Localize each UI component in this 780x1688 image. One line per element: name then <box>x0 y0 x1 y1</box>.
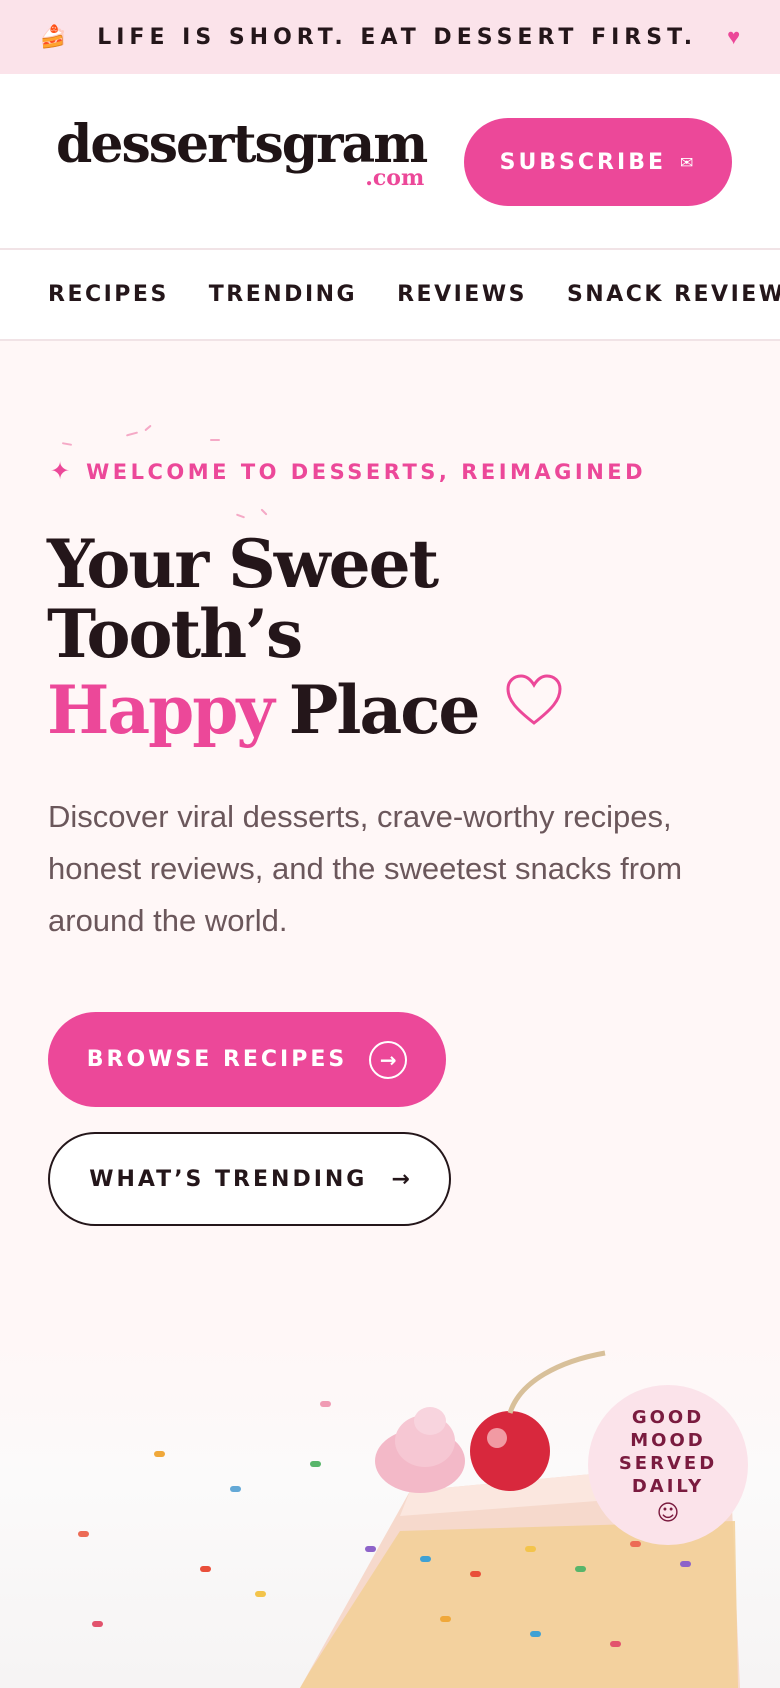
headline-line-3: Happy Place <box>47 671 667 749</box>
envelope-icon: ✉ <box>679 152 697 172</box>
headline-end: Place <box>288 671 481 749</box>
main-nav: RECIPES TRENDING REVIEWS SNACK REVIEWS <box>0 250 780 341</box>
confetti-decoration <box>210 439 220 441</box>
subscribe-label: SUBSCRIBE <box>499 149 666 175</box>
sprinkle-decoration <box>200 1566 211 1572</box>
sprinkle-decoration <box>470 1571 481 1577</box>
sprinkle-decoration <box>365 1546 376 1552</box>
whats-trending-label: WHAT’S TRENDING <box>89 1166 368 1192</box>
hero-description: Discover viral desserts, crave-worthy re… <box>48 799 683 938</box>
arrow-circle-icon: → <box>369 1040 408 1079</box>
headline-line-2: Tooth’s <box>47 595 303 673</box>
headline-highlight: Happy <box>47 671 275 749</box>
sprinkle-decoration <box>525 1546 536 1552</box>
sprinkle-decoration <box>154 1451 165 1457</box>
browse-recipes-label: BROWSE RECIPES <box>86 1047 348 1072</box>
badge-line: SERVED <box>618 1452 718 1474</box>
eyebrow-text: WELCOME TO DESSERTS, REIMAGINED <box>86 459 647 484</box>
site-logo[interactable]: dessertsgram .com <box>56 114 428 192</box>
sprinkle-decoration <box>575 1566 586 1572</box>
good-mood-badge: GOOD MOOD SERVED DAILY ☺ <box>588 1385 748 1545</box>
confetti-decoration <box>235 513 246 519</box>
sprinkle-decoration <box>310 1461 321 1467</box>
badge-line: MOOD <box>630 1429 706 1451</box>
logo-wordmark: dessertsgram <box>56 114 428 175</box>
confetti-decoration <box>260 508 268 516</box>
nav-item-recipes[interactable]: RECIPES <box>48 282 169 307</box>
nav-item-snack-reviews[interactable]: SNACK REVIEWS <box>567 282 780 307</box>
browse-recipes-button[interactable]: BROWSE RECIPES → <box>48 1012 446 1107</box>
badge-line: DAILY <box>631 1475 705 1497</box>
logo-suffix: .com <box>365 165 425 191</box>
cake-slice-icon: 🍰 <box>39 24 68 49</box>
nav-item-reviews[interactable]: REVIEWS <box>397 282 527 307</box>
site-header: dessertsgram .com SUBSCRIBE ✉ <box>0 74 780 250</box>
smiley-icon: ☺ <box>656 1500 680 1526</box>
sprinkle-decoration <box>230 1486 241 1492</box>
subscribe-button[interactable]: SUBSCRIBE ✉ <box>464 118 732 206</box>
confetti-decoration <box>144 424 152 432</box>
nav-item-trending[interactable]: TRENDING <box>209 282 357 307</box>
sprinkle-decoration <box>610 1641 621 1647</box>
sparkle-icon: ✦ <box>50 458 71 485</box>
sprinkle-decoration <box>630 1541 641 1547</box>
arrow-right-icon: → <box>391 1166 410 1192</box>
outline-heart-icon <box>506 674 562 725</box>
confetti-decoration <box>125 431 139 437</box>
sprinkle-decoration <box>680 1561 691 1567</box>
headline-line-1: Your Sweet <box>47 525 439 603</box>
sprinkle-decoration <box>320 1401 331 1407</box>
hero-section: ✦ WELCOME TO DESSERTS, REIMAGINED Your S… <box>0 341 780 1688</box>
announcement-bar: 🍰 LIFE IS SHORT. EAT DESSERT FIRST. ♥ <box>0 0 780 74</box>
sprinkle-decoration <box>420 1556 431 1562</box>
sprinkle-decoration <box>255 1591 266 1597</box>
whats-trending-button[interactable]: WHAT’S TRENDING → <box>48 1132 451 1226</box>
hero-headline: Your Sweet Tooth’s Happy Place <box>47 529 667 745</box>
announcement-text: LIFE IS SHORT. EAT DESSERT FIRST. <box>97 24 698 50</box>
sprinkle-decoration <box>92 1621 103 1627</box>
heart-icon: ♥ <box>727 24 741 49</box>
sprinkle-decoration <box>530 1631 541 1637</box>
sprinkle-decoration <box>78 1531 89 1537</box>
confetti-decoration <box>61 442 73 446</box>
sprinkle-decoration <box>440 1616 451 1622</box>
hero-eyebrow: ✦ WELCOME TO DESSERTS, REIMAGINED <box>50 457 646 486</box>
badge-line: GOOD <box>631 1406 705 1428</box>
